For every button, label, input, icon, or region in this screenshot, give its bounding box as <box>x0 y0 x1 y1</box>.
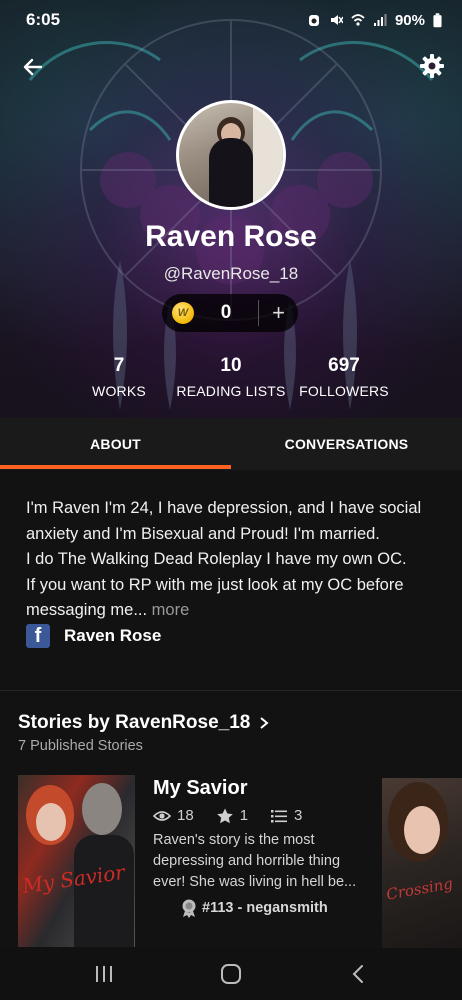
status-icons: 90% <box>307 12 442 29</box>
wifi-icon <box>351 14 365 26</box>
tab-conversations[interactable]: CONVERSATIONS <box>231 418 462 470</box>
settings-button[interactable] <box>416 50 448 82</box>
cover-figure-face <box>404 806 440 854</box>
avatar[interactable] <box>176 100 286 210</box>
coin-count: 0 <box>220 302 232 323</box>
coin-icon: W <box>172 302 194 324</box>
about-line: I do The Walking Dead Roleplay I have my… <box>26 550 407 568</box>
stat-works[interactable]: 7 WORKS <box>86 355 152 399</box>
facebook-link[interactable]: f Raven Rose <box>26 623 161 649</box>
story-reads: 18 <box>177 807 194 824</box>
facebook-icon: f <box>26 624 50 648</box>
stat-followers[interactable]: 697 FOLLOWERS <box>298 355 390 399</box>
story-title[interactable]: My Savior <box>153 777 247 800</box>
profile-stats: 7 WORKS 10 READING LISTS 697 FOLLOWERS <box>0 355 462 405</box>
stat-value: 697 <box>328 355 360 376</box>
about-line-truncated: If you want to RP with me just look at m… <box>26 573 446 624</box>
coin-balance: W 0 + <box>162 294 298 332</box>
recent-apps-icon <box>95 966 112 982</box>
stat-label: READING LISTS <box>176 383 286 399</box>
gear-icon <box>420 54 444 78</box>
section-divider <box>0 690 462 691</box>
eye-icon <box>153 810 171 821</box>
story-meta: 18 1 3 <box>153 807 302 824</box>
story-rank-text: #113 - negansmith <box>202 900 328 916</box>
stories-count: 7 Published Stories <box>18 738 143 754</box>
cover-figure-body <box>74 835 134 947</box>
story-cover[interactable]: Crossing <box>382 778 462 948</box>
username: @RavenRose_18 <box>163 264 299 283</box>
about-line: If you want to RP with me just look at m… <box>26 575 404 620</box>
status-bar: 6:05 90% <box>0 0 462 40</box>
profile-header: 6:05 90% Raven Rose @RavenRose_18 W 0 + … <box>0 0 462 418</box>
story-parts: 3 <box>294 807 303 824</box>
back-chevron-icon <box>352 965 364 983</box>
system-navigation-bar <box>0 948 462 1000</box>
home-icon <box>220 964 241 984</box>
ribbon-badge-icon <box>182 899 196 918</box>
alarm-icon <box>308 15 319 26</box>
add-coins-button[interactable]: + <box>259 300 298 326</box>
story-description: Raven's story is the most depressing and… <box>153 832 357 890</box>
display-name: Raven Rose <box>145 220 317 253</box>
stat-value: 7 <box>113 355 125 376</box>
back-nav-button[interactable] <box>336 954 380 994</box>
avatar-photo-body <box>209 138 253 207</box>
facebook-name: Raven Rose <box>64 626 162 645</box>
about-ellipsis: ... <box>133 601 148 619</box>
star-icon <box>216 808 233 823</box>
about-line: I'm Raven I'm 24, I have depression, and… <box>26 499 422 543</box>
battery-percent: 90% <box>394 11 425 29</box>
active-tab-indicator <box>0 465 231 469</box>
stat-label: FOLLOWERS <box>299 383 389 399</box>
stories-title-text: Stories by RavenRose_18 <box>18 712 251 733</box>
list-icon <box>271 809 288 822</box>
tab-about[interactable]: ABOUT <box>0 418 231 470</box>
cover-title-text: Crossing <box>384 874 455 904</box>
back-arrow-icon <box>23 58 43 76</box>
back-button[interactable] <box>18 52 48 82</box>
signal-icon <box>373 14 387 26</box>
story-cover[interactable]: My Savior <box>18 775 135 947</box>
story-votes: 1 <box>239 807 249 824</box>
stat-value: 10 <box>220 355 242 376</box>
mute-icon <box>330 15 343 25</box>
more-link[interactable]: more <box>152 601 190 619</box>
recent-apps-button[interactable] <box>82 954 126 994</box>
stat-label: WORKS <box>92 383 146 399</box>
home-button[interactable] <box>209 954 253 994</box>
cover-figure-face <box>36 803 66 841</box>
battery-icon <box>433 12 442 27</box>
stat-reading-lists[interactable]: 10 READING LISTS <box>172 355 290 399</box>
profile-tabs: ABOUT CONVERSATIONS <box>0 418 462 470</box>
stories-section-title[interactable]: Stories by RavenRose_18 <box>18 712 270 734</box>
status-time: 6:05 <box>26 10 61 29</box>
chevron-right-icon <box>260 717 269 729</box>
cover-figure-head <box>82 783 122 835</box>
about-text: I'm Raven I'm 24, I have depression, and… <box>26 496 446 624</box>
avatar-photo-background <box>253 103 283 207</box>
story-rank[interactable]: #113 - negansmith <box>180 898 328 918</box>
